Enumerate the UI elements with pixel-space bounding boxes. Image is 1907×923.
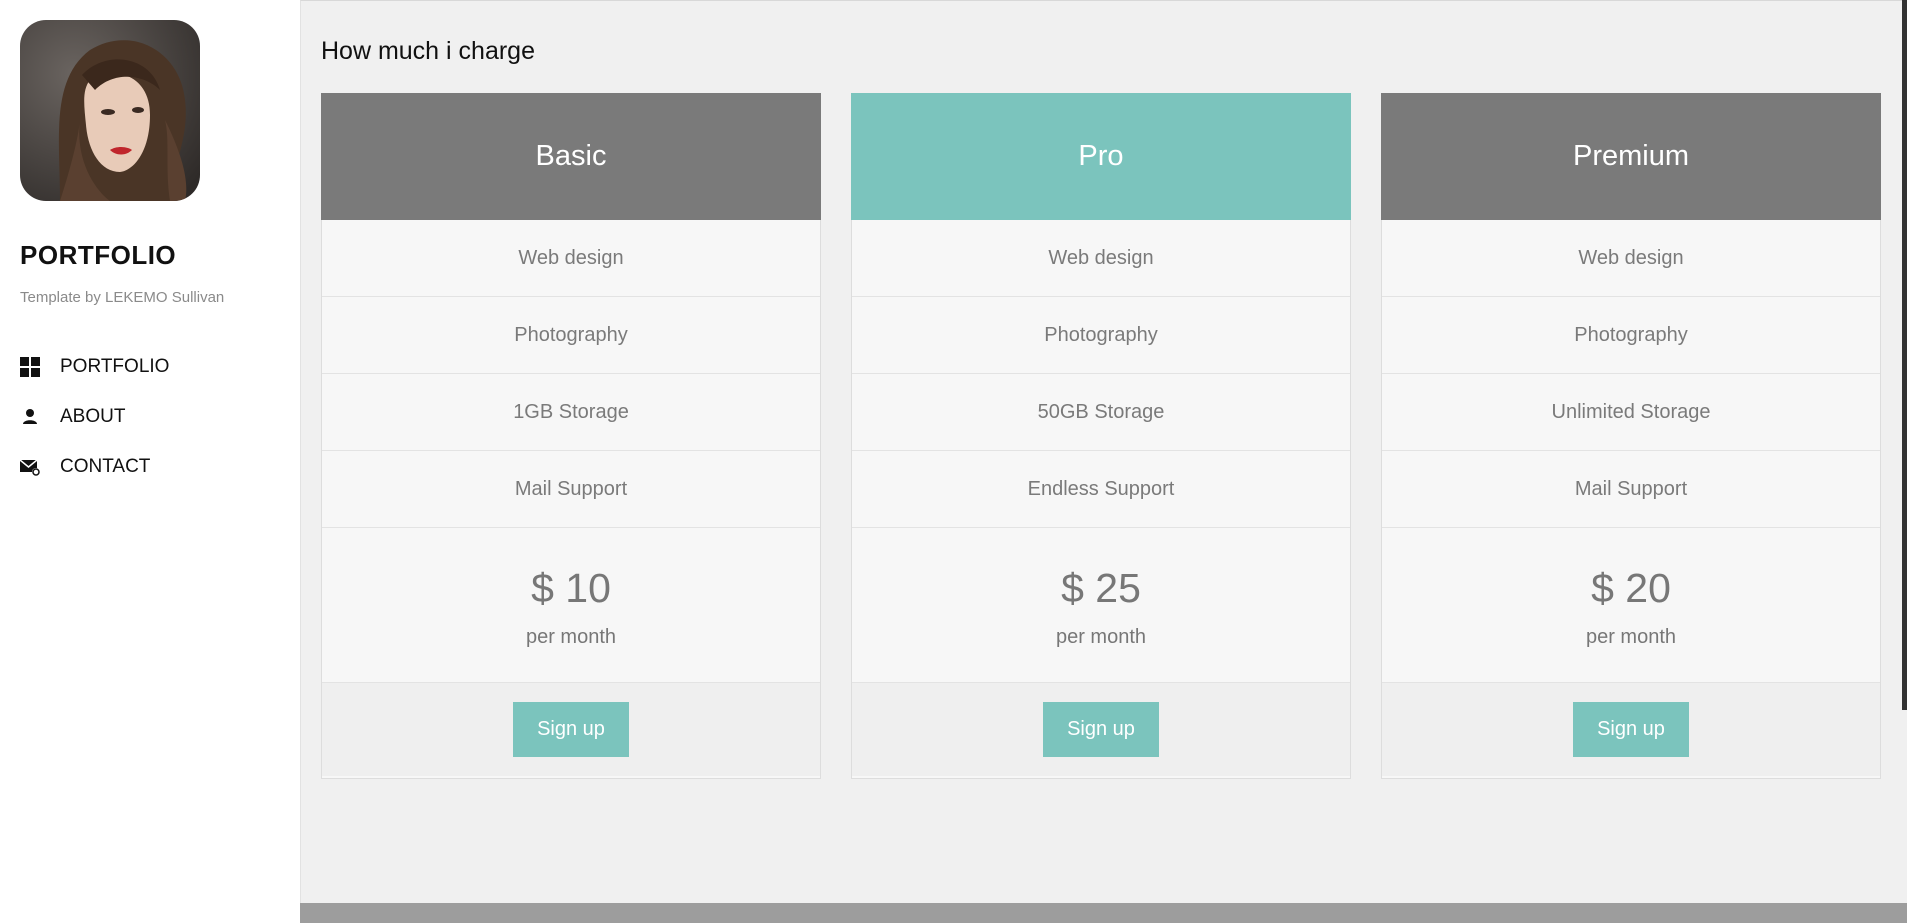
plan-feature: Mail Support — [322, 451, 820, 528]
site-byline: Template by LEKEMO Sullivan — [20, 289, 225, 306]
plan-feature: Photography — [1382, 297, 1880, 374]
plan-feature: 1GB Storage — [322, 374, 820, 451]
site-title: PORTFOLIO — [20, 240, 177, 270]
plan-feature: Web design — [852, 220, 1350, 297]
plan-feature: Photography — [852, 297, 1350, 374]
nav-label: CONTACT — [60, 456, 151, 477]
plan-feature: Endless Support — [852, 451, 1350, 528]
plan-feature: Mail Support — [1382, 451, 1880, 528]
plan-feature: Web design — [1382, 220, 1880, 297]
section-title: How much i charge — [321, 37, 535, 65]
main-content: How much i charge Basic Web design Photo… — [300, 0, 1907, 903]
plan-footer: Sign up — [322, 683, 820, 776]
plan-premium: Premium Web design Photography Unlimited… — [1381, 93, 1881, 779]
plan-period: per month — [525, 626, 617, 648]
nav-item-about[interactable]: ABOUT — [20, 392, 280, 442]
grid-icon — [20, 357, 40, 377]
nav-label: ABOUT — [60, 406, 126, 427]
plan-feature: Web design — [322, 220, 820, 297]
plan-price-box: $ 10 per month — [322, 528, 820, 683]
profile-photo — [20, 20, 200, 201]
plan-price: $ 25 — [1061, 565, 1141, 611]
sidebar: PORTFOLIO Template by LEKEMO Sullivan PO… — [0, 0, 300, 923]
plan-feature: Unlimited Storage — [1382, 374, 1880, 451]
main-panel: How much i charge Basic Web design Photo… — [300, 0, 1907, 903]
pricing-plans: Basic Web design Photography 1GB Storage… — [321, 93, 1881, 779]
plan-price: $ 20 — [1591, 565, 1671, 611]
plan-price-box: $ 25 per month — [852, 528, 1350, 683]
signup-button[interactable]: Sign up — [513, 702, 629, 757]
plan-basic: Basic Web design Photography 1GB Storage… — [321, 93, 821, 779]
plan-feature: 50GB Storage — [852, 374, 1350, 451]
mail-icon — [20, 457, 40, 477]
footer-bar — [300, 903, 1907, 923]
nav-item-contact[interactable]: CONTACT — [20, 442, 280, 492]
plan-footer: Sign up — [1382, 683, 1880, 776]
plan-pro: Pro Web design Photography 50GB Storage … — [851, 93, 1351, 779]
scrollbar[interactable] — [1902, 0, 1907, 710]
signup-button[interactable]: Sign up — [1573, 702, 1689, 757]
signup-button[interactable]: Sign up — [1043, 702, 1159, 757]
plan-period: per month — [1055, 626, 1147, 648]
plan-footer: Sign up — [852, 683, 1350, 776]
plan-header: Pro — [851, 93, 1351, 220]
plan-price: $ 10 — [531, 565, 611, 611]
nav-item-portfolio[interactable]: PORTFOLIO — [20, 342, 280, 392]
plan-price-box: $ 20 per month — [1382, 528, 1880, 683]
plan-feature: Photography — [322, 297, 820, 374]
plan-header: Premium — [1381, 93, 1881, 220]
plan-period: per month — [1585, 626, 1677, 648]
person-icon — [20, 407, 40, 427]
avatar — [20, 20, 200, 201]
plan-header: Basic — [321, 93, 821, 220]
nav-label: PORTFOLIO — [60, 356, 170, 377]
sidebar-nav: PORTFOLIO ABOUT CONTACT — [20, 342, 280, 492]
